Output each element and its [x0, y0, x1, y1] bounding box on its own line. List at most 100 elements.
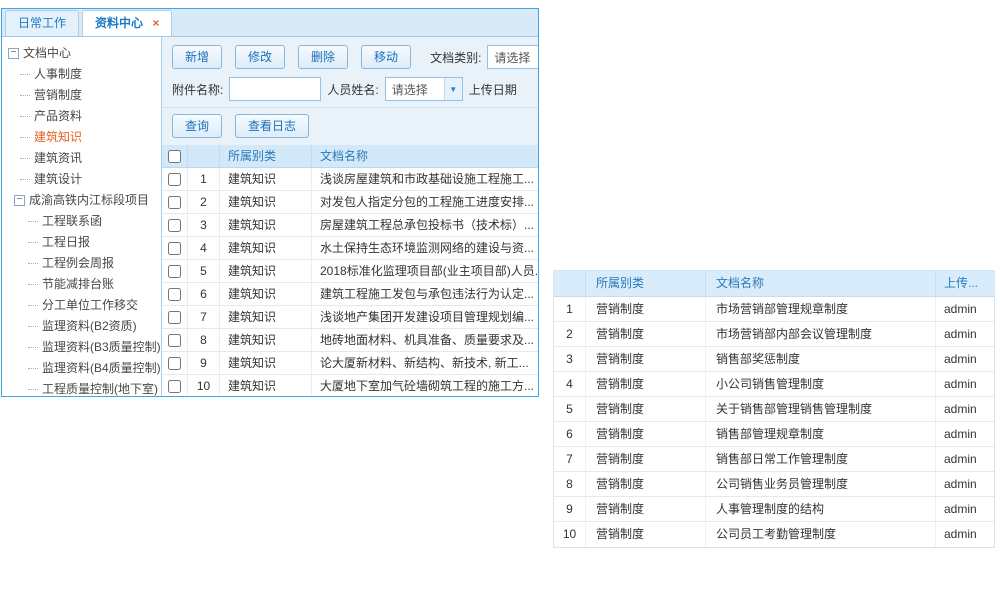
tab-label: 日常工作 [18, 16, 66, 30]
tree-item-label: 工程质量控制(地下室) [42, 379, 158, 396]
category-selected-value: 请选择 [488, 49, 538, 66]
tree-item-personnel[interactable]: 人事制度 [2, 64, 161, 85]
number-column-header [554, 271, 586, 296]
tree-item-marketing[interactable]: 营销制度 [2, 85, 161, 106]
tree-item-product[interactable]: 产品资料 [2, 106, 161, 127]
tree-connector [28, 284, 38, 285]
move-button[interactable]: 移动 [361, 45, 411, 69]
collapse-icon[interactable] [14, 195, 25, 206]
upload-date-label: 上传日期 [469, 81, 517, 98]
name-column-header: 文档名称 [312, 145, 538, 167]
tree-item-daily-report[interactable]: 工程日报 [2, 232, 161, 253]
row-checkbox[interactable] [168, 334, 181, 347]
tree-item-label: 监理资料(B2资质) [42, 316, 137, 337]
tab-data-center[interactable]: 资料中心 × [82, 10, 172, 36]
tree-node-rail-project[interactable]: 成渝高铁内江标段项目 [2, 190, 161, 211]
table-row[interactable]: 10 营销制度 公司员工考勤管理制度 admin [554, 522, 994, 547]
tree-item-weekly-report[interactable]: 工程例会周报 [2, 253, 161, 274]
tree-item-building-design[interactable]: 建筑设计 [2, 169, 161, 190]
tree-connector [28, 326, 38, 327]
row-checkbox[interactable] [168, 265, 181, 278]
sidebar-tree: 文档中心 人事制度 营销制度 产品资料 建筑知识 [2, 37, 162, 396]
tree-item-energy-ledger[interactable]: 节能减排台账 [2, 274, 161, 295]
tree-item-contact-letter[interactable]: 工程联系函 [2, 211, 161, 232]
table-row[interactable]: 10 建筑知识 大厦地下室加气砼墙砌筑工程的施工方... [162, 375, 538, 396]
table-row[interactable]: 4 建筑知识 水土保持生态环境监测网络的建设与资... [162, 237, 538, 260]
query-button[interactable]: 查询 [172, 114, 222, 138]
row-checkbox[interactable] [168, 380, 181, 393]
tree-item-supervision-b4[interactable]: 监理资料(B4质量控制) [2, 358, 161, 379]
category-select[interactable]: 请选择 ▼ [487, 45, 538, 69]
view-log-button[interactable]: 查看日志 [235, 114, 309, 138]
tree-item-building-news[interactable]: 建筑资讯 [2, 148, 161, 169]
table-row[interactable]: 7 营销制度 销售部日常工作管理制度 admin [554, 447, 994, 472]
row-checkbox[interactable] [168, 288, 181, 301]
tree-item-label: 建筑资讯 [34, 148, 82, 169]
tree-node-label: 文档中心 [23, 43, 71, 64]
tab-daily-work[interactable]: 日常工作 [5, 10, 79, 36]
table-row[interactable]: 2 营销制度 市场营销部内部会议管理制度 admin [554, 322, 994, 347]
table-row[interactable]: 2 建筑知识 对发包人指定分包的工程施工进度安排... [162, 191, 538, 214]
person-name-label: 人员姓名: [327, 81, 378, 98]
tab-label: 资料中心 [95, 16, 143, 30]
table-row[interactable]: 5 营销制度 关于销售部管理销售管理制度 admin [554, 397, 994, 422]
row-checkbox[interactable] [168, 219, 181, 232]
attachment-name-label: 附件名称: [172, 81, 223, 98]
table-row[interactable]: 1 营销制度 市场营销部管理规章制度 admin [554, 297, 994, 322]
table-row[interactable]: 9 建筑知识 论大厦新材料、新结构、新技术, 新工... [162, 352, 538, 375]
document-center-window: 日常工作 资料中心 × 文档中心 人事制度 营销制度 [1, 8, 539, 397]
delete-button[interactable]: 删除 [298, 45, 348, 69]
row-checkbox[interactable] [168, 311, 181, 324]
row-checkbox[interactable] [168, 196, 181, 209]
person-select[interactable]: 请选择 ▼ [385, 77, 463, 101]
tree-connector [20, 137, 30, 138]
tree-item-label: 监理资料(B4质量控制) [42, 358, 161, 379]
tree-connector [28, 368, 38, 369]
table-row[interactable]: 8 营销制度 公司销售业务员管理制度 admin [554, 472, 994, 497]
number-column-header [188, 145, 220, 167]
tree-connector [28, 263, 38, 264]
tree-item-work-handover[interactable]: 分工单位工作移交 [2, 295, 161, 316]
table-row[interactable]: 6 营销制度 销售部管理规章制度 admin [554, 422, 994, 447]
row-checkbox[interactable] [168, 173, 181, 186]
row-checkbox[interactable] [168, 357, 181, 370]
table-header-row: 所属别类 文档名称 上传... [554, 271, 994, 297]
window-body: 文档中心 人事制度 营销制度 产品资料 建筑知识 [2, 37, 538, 396]
row-checkbox[interactable] [168, 242, 181, 255]
table-row[interactable]: 1 建筑知识 浅谈房屋建筑和市政基础设施工程施工... [162, 168, 538, 191]
select-all-checkbox[interactable] [168, 150, 181, 163]
person-selected-value: 请选择 [386, 81, 444, 98]
attachment-name-input[interactable] [229, 77, 321, 101]
query-row: 查询 查看日志 [162, 107, 538, 145]
tree-connector [28, 221, 38, 222]
tree-item-label: 工程联系函 [42, 211, 102, 232]
table-row[interactable]: 3 营销制度 销售部奖惩制度 admin [554, 347, 994, 372]
table-row[interactable]: 8 建筑知识 地砖地面材料、机具准备、质量要求及... [162, 329, 538, 352]
collapse-icon[interactable] [8, 48, 19, 59]
add-button[interactable]: 新增 [172, 45, 222, 69]
tree-connector [20, 95, 30, 96]
upload-column-header: 上传... [936, 271, 994, 296]
tree-item-building-knowledge[interactable]: 建筑知识 [2, 127, 161, 148]
table-row[interactable]: 6 建筑知识 建筑工程施工发包与承包违法行为认定... [162, 283, 538, 306]
close-icon[interactable]: × [152, 16, 159, 30]
tree-item-quality-control-basement[interactable]: 工程质量控制(地下室) [2, 379, 161, 396]
marketing-documents-table: 所属别类 文档名称 上传... 1 营销制度 市场营销部管理规章制度 admin… [553, 270, 995, 548]
table-row[interactable]: 7 建筑知识 浅谈地产集团开发建设项目管理规划编... [162, 306, 538, 329]
screenshot-canvas: 日常工作 资料中心 × 文档中心 人事制度 营销制度 [0, 0, 1000, 600]
filter-row: 附件名称: 人员姓名: 请选择 ▼ 上传日期 [172, 77, 538, 101]
tree-connector [20, 179, 30, 180]
tree-item-supervision-b2[interactable]: 监理资料(B2资质) [2, 316, 161, 337]
category-column-header: 所属别类 [586, 271, 706, 296]
tree-node-document-center[interactable]: 文档中心 [2, 43, 161, 64]
tree-item-label: 建筑知识 [34, 127, 82, 148]
tree-connector [28, 305, 38, 306]
tree-item-label: 产品资料 [34, 106, 82, 127]
table-row[interactable]: 9 营销制度 人事管理制度的结构 admin [554, 497, 994, 522]
edit-button[interactable]: 修改 [235, 45, 285, 69]
table-row[interactable]: 3 建筑知识 房屋建筑工程总承包投标书（技术标）... [162, 214, 538, 237]
table-row[interactable]: 5 建筑知识 2018标准化监理项目部(业主项目部)人员... [162, 260, 538, 283]
table-row[interactable]: 4 营销制度 小公司销售管理制度 admin [554, 372, 994, 397]
tree-node-label: 成渝高铁内江标段项目 [29, 190, 149, 211]
tree-item-supervision-b3[interactable]: 监理资料(B3质量控制) [2, 337, 161, 358]
